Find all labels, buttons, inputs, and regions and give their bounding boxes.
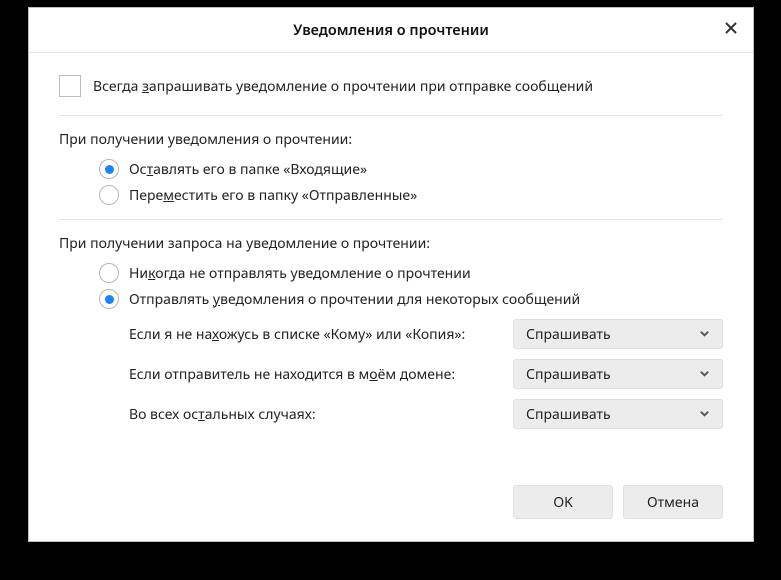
separator [59,219,723,220]
always-request-row[interactable]: Всегда запрашивать уведомление о прочтен… [59,75,723,97]
condition-not-in-to-cc: Если я не нахожусь в списке «Кому» или «… [129,319,723,349]
radio-send-some-label: Отправлять уведомления о прочтении для н… [129,290,580,309]
always-request-label: Всегда запрашивать уведомление о прочтен… [93,77,593,96]
radio-leave-inbox-label: Оставлять его в папке «Входящие» [129,160,367,179]
radio-move-sent[interactable]: Переместить его в папку «Отправленные» [99,185,723,205]
chevron-down-icon [699,405,710,424]
separator [59,115,723,116]
always-request-checkbox[interactable] [59,75,81,97]
dialog-footer: OK Отмена [29,465,753,541]
radio-leave-inbox[interactable]: Оставлять его в папке «Входящие» [99,159,723,179]
ok-button[interactable]: OK [513,485,613,519]
condition-not-in-to-cc-select[interactable]: Спрашивать [513,319,723,349]
radio-never-send-input[interactable] [99,263,119,283]
radio-never-send[interactable]: Никогда не отправлять уведомление о проч… [99,263,723,283]
radio-leave-inbox-input[interactable] [99,159,119,179]
chevron-down-icon [699,365,710,384]
condition-all-other-select[interactable]: Спрашивать [513,399,723,429]
radio-never-send-label: Никогда не отправлять уведомление о проч… [129,264,471,283]
condition-label: Во всех остальных случаях: [129,405,503,424]
condition-not-my-domain: Если отправитель не находится в моём дом… [129,359,723,389]
dialog-body: Всегда запрашивать уведомление о прочтен… [29,53,753,459]
chevron-down-icon [699,325,710,344]
condition-label: Если я не нахожусь в списке «Кому» или «… [129,325,503,344]
cancel-button[interactable]: Отмена [623,485,723,519]
radio-send-some[interactable]: Отправлять уведомления о прочтении для н… [99,289,723,309]
dialog-window: Уведомления о прочтении Всегда запрашива… [28,7,754,542]
select-value: Спрашивать [526,325,611,344]
dialog-title: Уведомления о прочтении [293,20,489,40]
radio-send-some-input[interactable] [99,289,119,309]
radio-move-sent-label: Переместить его в папку «Отправленные» [129,186,417,205]
select-value: Спрашивать [526,365,611,384]
condition-label: Если отправитель не находится в моём дом… [129,365,503,384]
condition-not-my-domain-select[interactable]: Спрашивать [513,359,723,389]
close-icon [724,21,738,40]
close-button[interactable] [709,8,753,52]
titlebar: Уведомления о прочтении [29,8,753,53]
condition-all-other: Во всех остальных случаях: Спрашивать [129,399,723,429]
receipt-received-label: При получении уведомления о прочтении: [59,130,723,149]
select-value: Спрашивать [526,405,611,424]
receipt-request-label: При получении запроса на уведомление о п… [59,234,723,253]
radio-move-sent-input[interactable] [99,185,119,205]
